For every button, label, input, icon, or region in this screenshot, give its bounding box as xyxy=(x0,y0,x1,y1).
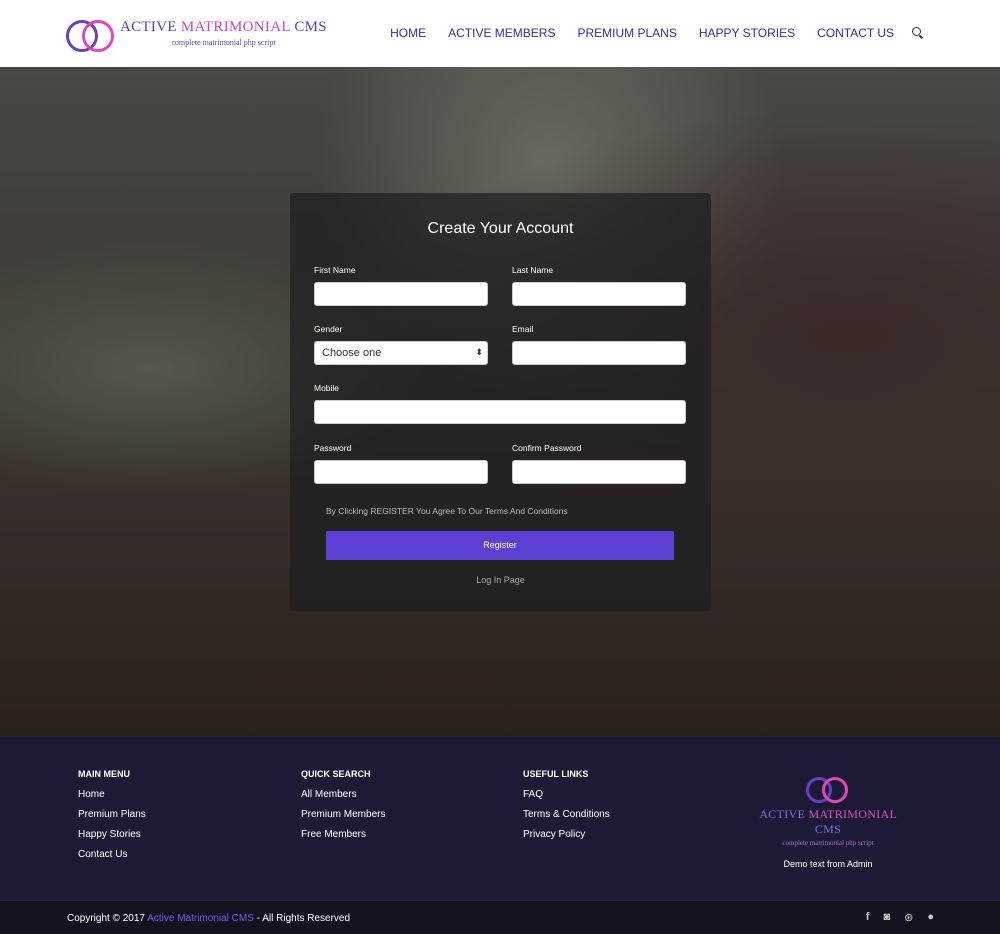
email-label: Email xyxy=(512,324,534,334)
copyright-link[interactable]: Active Matrimonial CMS xyxy=(147,913,254,924)
github-icon[interactable]: ● xyxy=(927,911,934,924)
password-input[interactable] xyxy=(314,460,488,484)
login-link[interactable]: Log In Page xyxy=(290,575,711,585)
mobile-input[interactable] xyxy=(314,400,686,424)
footer-heading: QUICK SEARCH xyxy=(301,769,371,779)
footer-link[interactable]: Contact Us xyxy=(78,849,146,860)
nav-active-members[interactable]: ACTIVE MEMBERS xyxy=(448,26,555,40)
footer-link[interactable]: Privacy Policy xyxy=(523,829,610,840)
logo-text: CMS xyxy=(294,19,327,35)
last-name-label: Last Name xyxy=(512,265,554,275)
first-name-input[interactable] xyxy=(314,282,488,306)
footer-link[interactable]: Premium Members xyxy=(301,809,385,820)
last-name-input[interactable] xyxy=(512,282,686,306)
footer: MAIN MENU Home Premium Plans Happy Stori… xyxy=(0,737,1000,900)
nav-home[interactable]: HOME xyxy=(390,26,426,40)
footer-heading: MAIN MENU xyxy=(78,769,130,779)
logo-text: MATRIMONIAL xyxy=(180,19,291,35)
logo-tagline: complete matrimonial php script xyxy=(171,38,276,47)
copyright-text: - All Rights Reserved xyxy=(253,913,351,924)
first-name-label: First Name xyxy=(314,265,356,275)
logo-text: ACTIVE xyxy=(759,807,806,821)
logo[interactable]: ACTIVE MATRIMONIAL CMS complete matrimon… xyxy=(66,12,327,54)
rings-icon xyxy=(806,771,850,807)
password-label: Password xyxy=(314,443,352,453)
footer-link[interactable]: All Members xyxy=(301,789,385,800)
social-links: f ◙ ⊛ ● xyxy=(866,911,934,924)
nav-premium-plans[interactable]: PREMIUM PLANS xyxy=(577,26,676,40)
copyright-text: Copyright © 2017 xyxy=(67,913,148,924)
register-button[interactable]: Register xyxy=(326,531,674,560)
logo-text: CMS xyxy=(814,822,842,836)
hero-background: Create Your Account First Name Last Name… xyxy=(0,67,1000,737)
copyright: Copyright © 2017 Active Matrimonial CMS … xyxy=(67,913,350,924)
search-icon[interactable] xyxy=(912,27,921,36)
mobile-label: Mobile xyxy=(314,383,340,393)
footer-link[interactable]: Free Members xyxy=(301,829,385,840)
footer-heading: USEFUL LINKS xyxy=(523,769,589,779)
logo-tagline: complete matrimonial php script xyxy=(782,839,874,847)
confirm-password-input[interactable] xyxy=(512,460,686,484)
dribbble-icon[interactable]: ⊛ xyxy=(904,911,913,924)
logo-text: ACTIVE xyxy=(120,19,177,35)
form-title: Create Your Account xyxy=(427,220,574,237)
footer-link[interactable]: Terms & Conditions xyxy=(523,809,610,820)
nav-happy-stories[interactable]: HAPPY STORIES xyxy=(699,26,795,40)
instagram-icon[interactable]: ◙ xyxy=(883,911,890,924)
confirm-password-label: Confirm Password xyxy=(512,443,582,453)
demo-text: Demo text from Admin xyxy=(783,859,873,869)
footer-link[interactable]: Home xyxy=(78,789,146,800)
rings-icon xyxy=(66,12,118,54)
footer-link[interactable]: FAQ xyxy=(523,789,610,800)
email-input[interactable] xyxy=(512,341,686,365)
footer-logo: ACTIVE MATRIMONIAL CMS complete matrimon… xyxy=(747,771,909,869)
footer-link[interactable]: Premium Plans xyxy=(78,809,146,820)
register-form: Create Your Account First Name Last Name… xyxy=(290,193,711,611)
gender-value: Choose one xyxy=(322,347,382,359)
header: ACTIVE MATRIMONIAL CMS complete matrimon… xyxy=(0,0,1000,67)
logo-text: MATRIMONIAL xyxy=(808,807,897,821)
footer-link[interactable]: Happy Stories xyxy=(78,829,146,840)
bottom-bar: Copyright © 2017 Active Matrimonial CMS … xyxy=(0,900,1000,934)
gender-select[interactable]: Choose one xyxy=(314,341,488,365)
nav-contact-us[interactable]: CONTACT US xyxy=(817,26,894,40)
gender-label: Gender xyxy=(314,324,343,334)
terms-text: By Clicking REGISTER You Agree To Our Te… xyxy=(326,506,568,516)
facebook-icon[interactable]: f xyxy=(866,911,870,924)
main-nav: HOME ACTIVE MEMBERS PREMIUM PLANS HAPPY … xyxy=(390,26,894,40)
